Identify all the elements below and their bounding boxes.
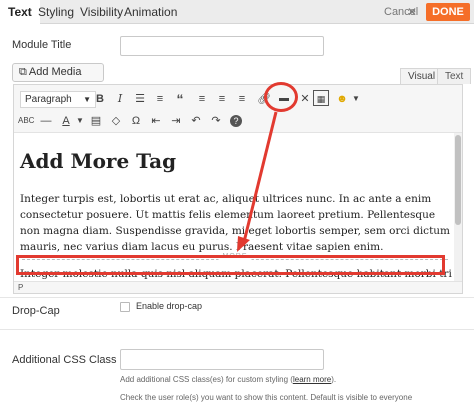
dropcap-checkbox-label[interactable]: Enable drop-cap — [136, 301, 202, 311]
learn-more-link[interactable]: learn more — [293, 375, 331, 384]
css-class-input[interactable] — [120, 349, 324, 370]
visibility-help: Check the user role(s) you want to show … — [120, 393, 413, 402]
css-class-label: Additional CSS Class — [12, 354, 117, 366]
annotation-arrow — [237, 111, 278, 252]
dropcap-checkbox[interactable] — [120, 302, 130, 312]
divider — [0, 297, 474, 298]
css-class-help: Add additional CSS class(es) for custom … — [120, 375, 337, 384]
divider — [0, 329, 474, 330]
dropcap-label: Drop-Cap — [12, 305, 60, 317]
